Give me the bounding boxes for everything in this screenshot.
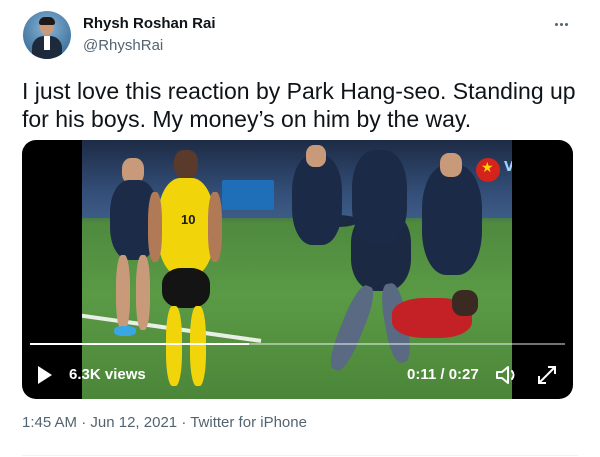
- vtv-logo-text: VTV6: [504, 160, 512, 175]
- author-handle[interactable]: @RhyshRai: [83, 37, 163, 54]
- meta-separator: ·: [81, 414, 87, 431]
- volume-icon[interactable]: [494, 364, 520, 386]
- video-progress-bar[interactable]: [30, 343, 565, 345]
- video-progress-fill: [30, 343, 250, 345]
- author-display-name[interactable]: Rhysh Roshan Rai: [83, 15, 216, 32]
- tweet-source[interactable]: Twitter for iPhone: [190, 414, 307, 431]
- staff-person-right: [292, 145, 502, 295]
- view-count: 6.3K views: [69, 366, 146, 383]
- video-frame: 10 VTV6: [82, 140, 512, 399]
- avatar-hair: [39, 17, 55, 25]
- play-icon[interactable]: [38, 366, 52, 384]
- tweet-time[interactable]: 1:45 AM: [22, 414, 77, 431]
- tweet-text: I just love this reaction by Park Hang-s…: [22, 78, 576, 132]
- divider: [22, 455, 578, 456]
- tweet-date[interactable]: Jun 12, 2021: [90, 414, 177, 431]
- video-time: 0:11 / 0:27: [407, 366, 479, 383]
- avatar[interactable]: [23, 11, 71, 59]
- tweet-meta: 1:45 AM · Jun 12, 2021 · Twitter for iPh…: [22, 414, 307, 431]
- video-player[interactable]: 10 VTV6: [22, 140, 573, 399]
- tweet-card: Rhysh Roshan Rai @RhyshRai I just love t…: [0, 0, 600, 457]
- player-yellow: 10: [144, 148, 224, 398]
- fullscreen-icon[interactable]: [536, 364, 558, 386]
- player-number: 10: [181, 212, 196, 227]
- more-horizontal-icon[interactable]: [550, 14, 572, 34]
- sideline-board: [222, 180, 274, 210]
- avatar-shirt: [44, 36, 50, 50]
- meta-separator: ·: [181, 414, 187, 431]
- vtv-logo-icon: [476, 158, 500, 182]
